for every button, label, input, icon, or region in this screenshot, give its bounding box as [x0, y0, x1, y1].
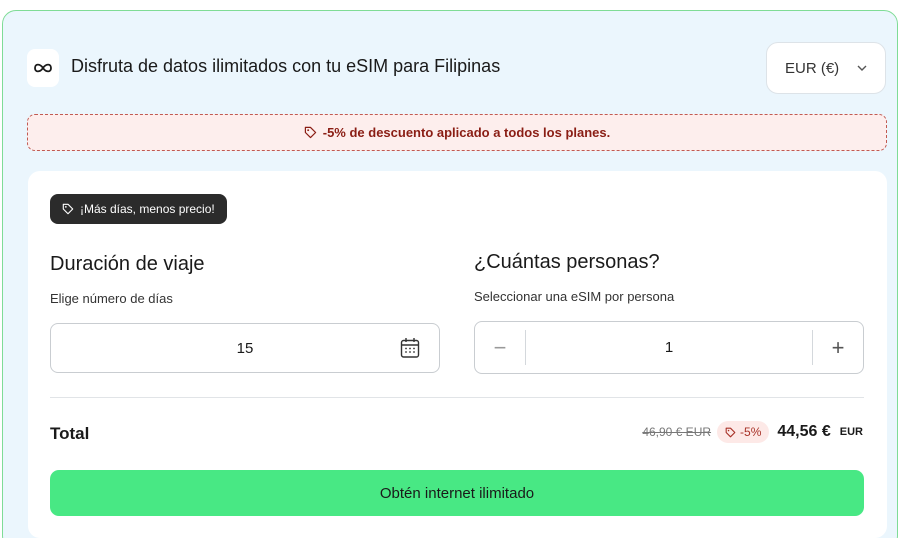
duration-subtitle: Elige número de días: [50, 291, 173, 306]
tag-icon: [304, 126, 316, 139]
decrement-button[interactable]: −: [475, 322, 525, 373]
tag-icon: [62, 203, 74, 215]
discount-banner: -5% de descuento aplicado a todos los pl…: [27, 114, 887, 151]
plan-card: ¡Más días, menos precio! Duración de via…: [28, 171, 887, 538]
promo-badge: ¡Más días, menos precio!: [50, 194, 227, 224]
chevron-down-icon: [857, 65, 867, 71]
people-title: ¿Cuántas personas?: [474, 251, 660, 273]
people-count: 1: [664, 339, 674, 356]
duration-title: Duración de viaje: [50, 253, 205, 275]
final-price-currency: EUR: [839, 426, 863, 438]
infinity-logo: [27, 49, 59, 87]
price-summary: 46,90 € EUR -5% 44,56 € EUR: [642, 421, 863, 443]
people-stepper: − 1 +: [474, 321, 864, 374]
promo-badge-text: ¡Más días, menos precio!: [80, 202, 215, 216]
get-internet-button[interactable]: Obtén internet ilimitado: [50, 470, 864, 516]
calendar-icon[interactable]: [400, 337, 420, 359]
tag-icon: [725, 427, 736, 437]
section-divider: [50, 397, 864, 398]
final-price: 44,56 €: [777, 423, 831, 440]
discount-banner-text: -5% de descuento aplicado a todos los pl…: [322, 125, 611, 140]
discount-percent: -5%: [740, 425, 762, 439]
currency-label: EUR (€): [785, 59, 840, 77]
discount-badge: -5%: [717, 421, 770, 443]
esim-panel: Disfruta de datos ilimitados con tu eSIM…: [2, 10, 898, 538]
increment-button[interactable]: +: [813, 322, 863, 373]
original-price: 46,90 € EUR: [642, 425, 712, 439]
days-input[interactable]: 15: [50, 323, 440, 373]
infinity-icon: [34, 63, 52, 73]
total-label: Total: [50, 424, 90, 443]
currency-selector[interactable]: EUR (€): [766, 42, 886, 94]
days-value: 15: [236, 339, 254, 357]
page-title: Disfruta de datos ilimitados con tu eSIM…: [71, 56, 501, 76]
people-subtitle: Seleccionar una eSIM por persona: [474, 289, 675, 304]
